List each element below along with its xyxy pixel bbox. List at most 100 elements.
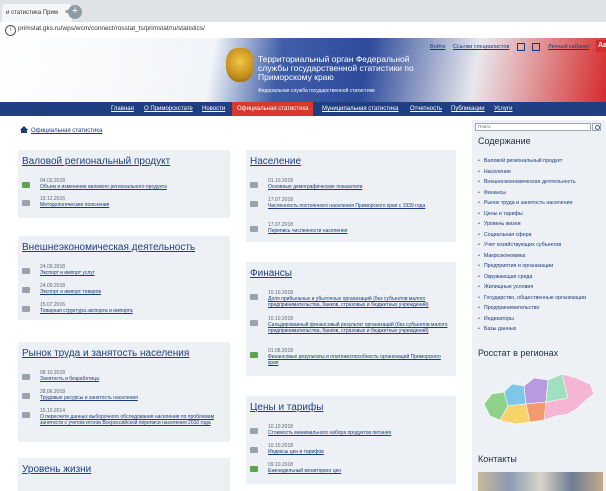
sidebar-item[interactable]: Уровень жизни <box>478 219 606 230</box>
panel-ceny: Цены и тарифы 10.10.2018 Стоимость миним… <box>246 396 456 484</box>
panel-trud: Рынок труда и занятость населения 08.10.… <box>18 342 230 442</box>
breadcrumb: Официальная статистика <box>20 126 102 134</box>
contacts-heading: Контакты <box>478 454 517 464</box>
panel-title[interactable]: Население <box>250 156 301 167</box>
nav-about[interactable]: О Приморскстате <box>144 102 193 116</box>
org-subtitle: Федеральная служба государственной стати… <box>258 88 375 94</box>
panel-ved: Внешнеэкономическая деятельность 24.09.2… <box>18 236 230 320</box>
nav-official-stats[interactable]: Официальная статистика <box>232 102 314 116</box>
sidebar-item[interactable]: Базы данных <box>478 324 606 335</box>
site-header: Территориальный орган Федеральной службы… <box>0 38 606 102</box>
sidebar-item[interactable]: Макроэкономика <box>478 251 606 262</box>
panel-title[interactable]: Внешнеэкономическая деятельность <box>22 242 195 253</box>
info-icon[interactable]: i <box>5 25 16 36</box>
panel-title[interactable]: Финансы <box>250 268 292 279</box>
cabinet-link[interactable]: Личный кабинет <box>548 44 589 50</box>
main-nav: Главная О Приморскстате Новости Официаль… <box>0 102 606 116</box>
org-title: Территориальный орган Федеральной службы… <box>258 54 414 82</box>
entry-link[interactable]: О пересчете данных выборочного обследова… <box>40 414 220 426</box>
tab-title: и статистика Прим <box>6 10 58 16</box>
panel-title[interactable]: Рынок труда и занятость населения <box>22 348 189 359</box>
entry-link[interactable]: Основные демографические показатели <box>268 184 448 190</box>
accessibility-button[interactable]: Aa <box>596 40 606 52</box>
document-icon <box>22 306 30 312</box>
contents-list: Валовой региональный продукт Население В… <box>478 156 606 335</box>
entry-link[interactable]: Сальдированный финансовый результат орга… <box>268 322 448 334</box>
search-input[interactable] <box>475 123 591 131</box>
address-bar[interactable]: i primstat.gks.ru/wps/wcm/connect/rossta… <box>0 22 606 39</box>
entry-link[interactable]: Экспорт и импорт услуг <box>40 270 220 276</box>
document-icon <box>250 447 258 453</box>
entry-link[interactable]: Еженедельный мониторинг цен <box>268 468 448 474</box>
login-link[interactable]: Войти <box>430 44 445 50</box>
panel-title[interactable]: Цены и тарифы <box>250 402 323 413</box>
sidebar-item[interactable]: Внешнеэкономическая деятельность <box>478 177 606 188</box>
entry-link[interactable]: Экспорт и импорт товаров <box>40 289 220 295</box>
mail-icon[interactable] <box>516 43 525 51</box>
panel-finansy: Финансы 10.10.2018 Доля прибыльных и убы… <box>246 262 456 376</box>
sidebar-item[interactable]: Государство, общественные организации <box>478 293 606 304</box>
emblem-logo[interactable] <box>226 48 254 82</box>
sidebar: Содержание Валовой региональный продукт … <box>472 120 606 491</box>
document-icon <box>250 226 258 232</box>
document-icon <box>250 294 258 300</box>
sidebar-item[interactable]: Население <box>478 167 606 178</box>
nav-reporting[interactable]: Отчетность <box>410 102 442 116</box>
entry-link[interactable]: Численность постоянного населения Примор… <box>268 203 448 209</box>
specialists-link[interactable]: Ссылки специалистов <box>453 44 509 50</box>
nav-publications[interactable]: Публикации <box>451 102 485 116</box>
nav-home[interactable]: Главная <box>111 102 134 116</box>
document-icon <box>250 201 258 207</box>
entry-link[interactable]: Финансовые результаты и платежеспособнос… <box>268 354 448 366</box>
document-icon <box>250 182 258 188</box>
home-icon[interactable] <box>20 126 28 133</box>
url-text[interactable]: primstat.gks.ru/wps/wcm/connect/rosstat_… <box>18 25 205 32</box>
document-icon <box>250 466 258 472</box>
regions-heading: Росстат в регионах <box>478 348 559 358</box>
document-icon <box>22 182 30 188</box>
top-links: Войти Ссылки специалистов Личный кабинет <box>430 43 595 51</box>
entry-link[interactable]: Перепись численности населения <box>268 228 448 234</box>
sidebar-item[interactable]: Цены и тарифы <box>478 209 606 220</box>
document-icon <box>22 268 30 274</box>
sidebar-item[interactable]: Учет хозяйствующих субъектов <box>478 240 606 251</box>
nav-services[interactable]: Услуги <box>494 102 512 116</box>
document-icon <box>22 374 30 380</box>
entry-link[interactable]: Трудовые ресурсы и занятость населения <box>40 395 220 401</box>
sidebar-item[interactable]: Финансы <box>478 188 606 199</box>
breadcrumb-current[interactable]: Официальная статистика <box>31 128 102 134</box>
browser-tab-bar: и статистика Прим × + <box>0 0 606 22</box>
document-icon <box>22 393 30 399</box>
nav-news[interactable]: Новости <box>202 102 225 116</box>
sidebar-item[interactable]: Предпринимательство <box>478 303 606 314</box>
entry-link[interactable]: Объем и изменение валового регионального… <box>40 184 220 190</box>
search-icon[interactable] <box>592 123 601 131</box>
panel-uroven: Уровень жизни <box>18 458 230 491</box>
panel-title[interactable]: Уровень жизни <box>22 464 91 475</box>
plus-icon[interactable] <box>532 43 541 51</box>
entry-link[interactable]: Индексы цен и тарифов <box>268 449 448 455</box>
sidebar-item[interactable]: Окружающая среда <box>478 272 606 283</box>
sidebar-item[interactable]: Предприятия и организации <box>478 261 606 272</box>
panel-title[interactable]: Валовой региональный продукт <box>22 156 170 167</box>
browser-tab[interactable]: и статистика Прим × <box>2 4 72 22</box>
entry-link[interactable]: Доля прибыльных и убыточных организаций … <box>268 296 448 308</box>
entry-link[interactable]: Занятость и безработица <box>40 376 220 382</box>
entry-link[interactable]: Методологические пояснения <box>40 202 220 208</box>
entry-link[interactable]: Товарная структура экспорта и импорта <box>40 308 220 314</box>
sidebar-item[interactable]: Социальная сфера <box>478 230 606 241</box>
sidebar-item[interactable]: Валовой региональный продукт <box>478 156 606 167</box>
new-tab-button[interactable]: + <box>68 5 82 19</box>
sidebar-item[interactable]: Индикаторы <box>478 314 606 325</box>
contacts-image[interactable] <box>478 472 603 491</box>
panel-naselenie: Население 01.10.2018 Основные демографич… <box>246 150 456 242</box>
russia-map-image[interactable] <box>478 364 598 434</box>
sidebar-item[interactable]: Рынок труда и занятость населения <box>478 198 606 209</box>
document-icon <box>22 200 30 206</box>
panel-vrp: Валовой региональный продукт 04.03.2018 … <box>18 150 230 218</box>
document-icon <box>22 412 30 418</box>
sidebar-item[interactable]: Жилищные условия <box>478 282 606 293</box>
document-icon <box>250 352 258 358</box>
entry-link[interactable]: Стоимость минимального набора продуктов … <box>268 430 448 436</box>
nav-municipal-stats[interactable]: Муниципальная статистика <box>322 102 398 116</box>
